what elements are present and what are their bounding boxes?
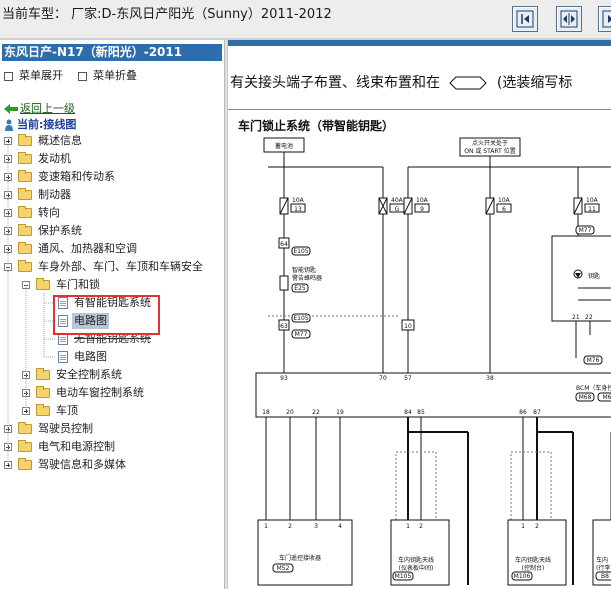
pin-label: 21	[572, 314, 580, 321]
pin-label: 64	[280, 241, 288, 248]
shield-boundary	[510, 451, 552, 523]
battery-label: 蓄电池	[275, 142, 293, 150]
connector-label: E105	[293, 315, 308, 322]
fuse-amp: 10A	[586, 197, 599, 204]
wiring-diagram: 蓄电池 点火开关处于 ON 或 START 位置 10A 13 40A G 10…	[255, 137, 611, 586]
diagram-pane: 有关接头端子布置、线束布置和在 (选装缩写标 车门锁止系统（带智能钥匙） 蓄电池…	[228, 40, 611, 589]
pin-label: 57	[404, 375, 412, 382]
pin-label: 19	[336, 409, 344, 416]
ignition-label-2: ON 或 START 位置	[464, 147, 515, 155]
connector-label: M6	[603, 394, 611, 401]
pin-label: 93	[280, 375, 288, 382]
antenna-label-1: 车内钥匙天线	[398, 556, 434, 564]
pin-label: 18	[262, 409, 270, 416]
next-page-button[interactable]	[598, 6, 611, 32]
pin-label: 87	[533, 409, 541, 416]
antenna-label-2: (行李	[596, 564, 610, 572]
bcm-box	[255, 372, 611, 418]
connector-label: M68	[579, 394, 592, 401]
pin-label: 22	[312, 409, 320, 416]
fuse-id: 9	[420, 206, 424, 213]
pin-label: 2	[288, 523, 292, 530]
fuse-9: 10A 9	[403, 197, 430, 215]
key-label: 钥匙	[588, 272, 600, 280]
next-page-icon	[602, 10, 611, 28]
buzzer-label-2: 警告蜂鸣器	[292, 274, 322, 282]
pin-label: 63	[280, 323, 288, 330]
fuse-amp: 10A	[292, 197, 305, 204]
ignition-label-1: 点火开关处于	[472, 139, 508, 147]
antenna-label-1: 车内钥匙天线	[515, 556, 551, 564]
top-bar: 当前车型： 厂家:D-东风日产阳光（Sunny）2011-2012	[0, 0, 611, 39]
connector-label: B8	[601, 573, 609, 580]
fuse-id: 11	[588, 206, 596, 213]
connector-label: M106	[514, 573, 531, 580]
buzzer-label-1: 智能钥匙	[292, 266, 316, 274]
antenna-label-1: 车内	[596, 556, 608, 564]
pin-label: 22	[585, 314, 593, 321]
pin-label: 10	[404, 323, 412, 330]
fit-width-icon	[560, 10, 578, 28]
pin-label: 3	[314, 523, 318, 530]
navigation-sidebar: 东风日产-N17（新阳光）-2011 菜单展开 菜单折叠 返回上一级 当前:接线…	[0, 40, 224, 589]
connector-label: M76	[587, 357, 600, 364]
fuse-13: 10A 13	[279, 197, 306, 215]
fit-width-button[interactable]	[556, 6, 582, 32]
buzzer-body	[279, 275, 289, 291]
pin-label: 38	[486, 375, 494, 382]
fuse-11: 10A 11	[573, 197, 600, 215]
pin-label: 2	[419, 523, 423, 530]
pin-label: 1	[521, 523, 525, 530]
pin-label: 1	[406, 523, 410, 530]
fuse-amp: 10A	[416, 197, 429, 204]
current-model-label: 当前车型： 厂家:D-东风日产阳光（Sunny）2011-2012	[2, 7, 332, 22]
fuse-g: 40A G	[378, 197, 405, 215]
highlight-box	[53, 295, 160, 335]
prev-page-icon	[516, 10, 534, 28]
connector-label: E105	[293, 248, 308, 255]
pin-label: 20	[286, 409, 294, 416]
prev-page-button[interactable]	[512, 6, 538, 32]
connector-label: M52	[277, 565, 290, 572]
fuse-id: 6	[502, 206, 506, 213]
fuse-id: G	[395, 206, 400, 213]
connector-label: M77	[579, 227, 592, 234]
pin-label: 84	[404, 409, 412, 416]
shield-boundary	[395, 451, 437, 523]
connector-label: E25	[294, 285, 306, 292]
connector-label: M77	[295, 331, 308, 338]
pin-label: 86	[519, 409, 527, 416]
fuse-6: 10A 6	[485, 197, 512, 215]
connector-label: M105	[395, 573, 412, 580]
pin-label: 70	[379, 375, 387, 382]
pin-label: 4	[338, 523, 342, 530]
pin-label: 85	[417, 409, 425, 416]
fuse-amp: 10A	[498, 197, 511, 204]
key-switch-box	[551, 235, 611, 322]
remote-receiver-label: 车门遥控接收器	[279, 554, 321, 562]
bcm-label: BCM（车身控	[576, 384, 611, 392]
pin-label: 2	[535, 523, 539, 530]
pin-label: 1	[264, 523, 268, 530]
fuse-amp: 40A	[391, 197, 404, 204]
antenna-label-2: (控制台)	[522, 564, 545, 572]
fuse-id: 13	[294, 206, 302, 213]
antenna-label-2: (仪表板中间)	[399, 564, 434, 572]
